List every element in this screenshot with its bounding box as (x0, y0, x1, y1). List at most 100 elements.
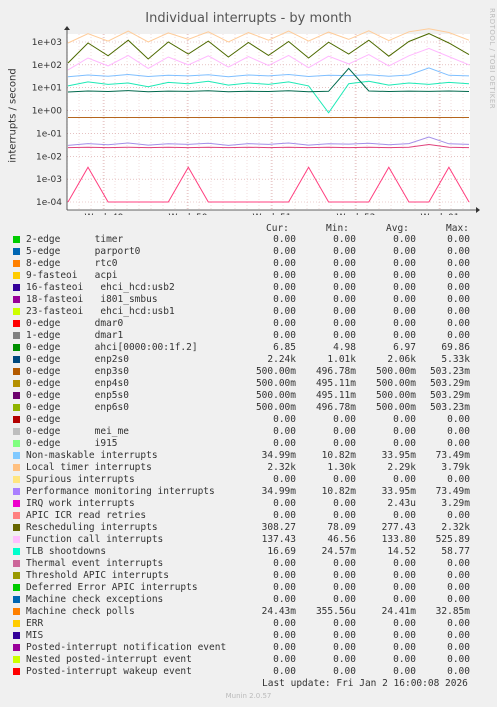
legend-cur-value: 0.00 (273, 258, 296, 269)
legend-swatch (13, 500, 20, 507)
legend-avg-value: 2.29k (387, 462, 416, 473)
legend-avg-value: 0.00 (393, 258, 416, 269)
legend-label: 23-fasteoi ehci_hcd:usb1 (26, 306, 175, 317)
legend-min-value: 1.30k (327, 462, 356, 473)
legend-min-value: 10.82m (321, 450, 356, 461)
legend-row: IRQ work interrupts 0.00 0.00 2.43u 3.29m (13, 498, 483, 510)
legend-label: IRQ work interrupts (26, 498, 135, 509)
legend-swatch (13, 512, 20, 519)
legend-max-value: 0.00 (447, 654, 470, 665)
legend-max-value: 503.29m (429, 390, 470, 401)
legend-swatch (13, 296, 20, 303)
legend-min-value: 0.00 (333, 438, 356, 449)
legend-max-value: 0.00 (447, 474, 470, 485)
legend-max-value: 0.00 (447, 294, 470, 305)
legend-avg-value: 0.00 (393, 294, 416, 305)
legend-label: 0-edge mei_me (26, 426, 129, 437)
legend-label: 0-edge enp5s0 (26, 390, 129, 401)
legend-min-value: 0.00 (333, 618, 356, 629)
legend-row: Deferred Error APIC interrupts 0.00 0.00 0.… (13, 582, 483, 594)
legend-min-value: 0.00 (333, 666, 356, 677)
legend-cur-value: 34.99m (261, 450, 296, 461)
legend-max-value: 0.00 (447, 426, 470, 437)
legend-row: 18-fasteoi i801_smbus 0.00 0.00 0.00 0.00 (13, 294, 483, 306)
legend-min-value: 78.09 (327, 522, 356, 533)
legend-cur-value: 308.27 (261, 522, 296, 533)
legend-min-value: 4.98 (333, 342, 356, 353)
legend-min-value: 0.00 (333, 642, 356, 653)
legend-swatch (13, 452, 20, 459)
legend-min-value: 496.78m (315, 402, 356, 413)
x-axis-arrow (476, 207, 480, 213)
legend-label: ERR (26, 618, 44, 629)
legend-cur-value: 0.00 (273, 498, 296, 509)
legend-swatch (13, 488, 20, 495)
legend-row: 0-edge ahci[0000:00:1f.2] 6.85 4.98 6.97 69.… (13, 342, 483, 354)
legend-row: Threshold APIC interrupts 0.00 0.00 0.00 0.0… (13, 570, 483, 582)
legend-avg-value: 0.00 (393, 282, 416, 293)
legend-max-value: 32.85m (435, 606, 470, 617)
legend-label: Thermal event interrupts (26, 558, 164, 569)
legend-cur-value: 16.69 (267, 546, 296, 557)
legend-max-value: 0.00 (447, 306, 470, 317)
legend-label: 0-edge enp4s0 (26, 378, 129, 389)
legend-label: 16-fasteoi ehci_hcd:usb2 (26, 282, 175, 293)
legend-label: 0-edge enp2s0 (26, 354, 129, 365)
legend-cur-value: 0.00 (273, 666, 296, 677)
legend-row: 8-edge rtc0 0.00 0.00 0.00 0.00 (13, 258, 483, 270)
legend-label: Nested posted-interrupt event (26, 654, 192, 665)
legend-label: Spurious interrupts (26, 474, 135, 485)
legend-label: 0-edge enp6s0 (26, 402, 129, 413)
munin-version: Munin 2.0.57 (225, 692, 272, 700)
legend-cur-value: 0.00 (273, 558, 296, 569)
legend-row: 0-edge 0.00 0.00 0.00 0.00 (13, 414, 483, 426)
legend-label: 8-edge rtc0 (26, 258, 118, 269)
legend-label: 0-edge (26, 414, 61, 425)
legend-row: 2-edge timer 0.00 0.00 0.00 0.00 (13, 234, 483, 246)
legend-swatch (13, 464, 20, 471)
legend-label: Rescheduling interrupts (26, 522, 158, 533)
legend-max-value: 0.00 (447, 582, 470, 593)
legend-cur-value: 2.24k (267, 354, 296, 365)
legend-cur-value: 0.00 (273, 306, 296, 317)
legend-avg-value: 0.00 (393, 414, 416, 425)
legend-label: Function call interrupts (26, 534, 164, 545)
legend-swatch (13, 644, 20, 651)
legend-swatch (13, 596, 20, 603)
legend-label: Performance monitoring interrupts (26, 486, 215, 497)
legend-max-value: 69.86 (441, 342, 470, 353)
legend-row: ERR 0.00 0.00 0.00 0.00 (13, 618, 483, 630)
legend-cur-value: 500.00m (255, 378, 296, 389)
legend-min-value: 0.00 (333, 258, 356, 269)
legend-label: Posted-interrupt notification event (26, 642, 227, 653)
legend-max-value: 73.49m (435, 450, 470, 461)
legend-avg-value: 277.43 (381, 522, 416, 533)
legend-label: 0-edge ahci[0000:00:1f.2] (26, 342, 198, 353)
legend-cur-value: 0.00 (273, 234, 296, 245)
x-tick-label: Week 51 (253, 213, 292, 215)
legend-label: 0-edge dmar0 (26, 318, 124, 329)
legend-row: 0-edge enp5s0 500.00m 495.11m 500.00m 503.29… (13, 390, 483, 402)
legend-row: Function call interrupts 137.43 46.56 133.8… (13, 534, 483, 546)
legend-min-value: 0.00 (333, 318, 356, 329)
legend-max-value: 0.00 (447, 558, 470, 569)
legend-max-value: 2.32k (441, 522, 470, 533)
legend-cur-value: 0.00 (273, 270, 296, 281)
legend-row: 0-edge mei_me 0.00 0.00 0.00 0.00 (13, 426, 483, 438)
legend-swatch (13, 248, 20, 255)
legend-avg-value: 0.00 (393, 510, 416, 521)
legend-min-value: 24.57m (321, 546, 356, 557)
legend-swatch (13, 272, 20, 279)
legend-max-value: 73.49m (435, 486, 470, 497)
legend-min-value: 495.11m (315, 378, 356, 389)
y-tick-label: 1e+01 (32, 84, 62, 94)
legend-max-value: 3.79k (441, 462, 470, 473)
legend-max-value: 0.00 (447, 282, 470, 293)
legend-max-value: 0.00 (447, 414, 470, 425)
legend-row: Spurious interrupts 0.00 0.00 0.00 0.00 (13, 474, 483, 486)
legend-avg-value: 0.00 (393, 330, 416, 341)
y-tick-label: 1e-03 (36, 175, 62, 185)
legend-avg-value: 0.00 (393, 642, 416, 653)
legend-min-value: 355.56u (315, 606, 356, 617)
legend-max-value: 0.00 (447, 630, 470, 641)
